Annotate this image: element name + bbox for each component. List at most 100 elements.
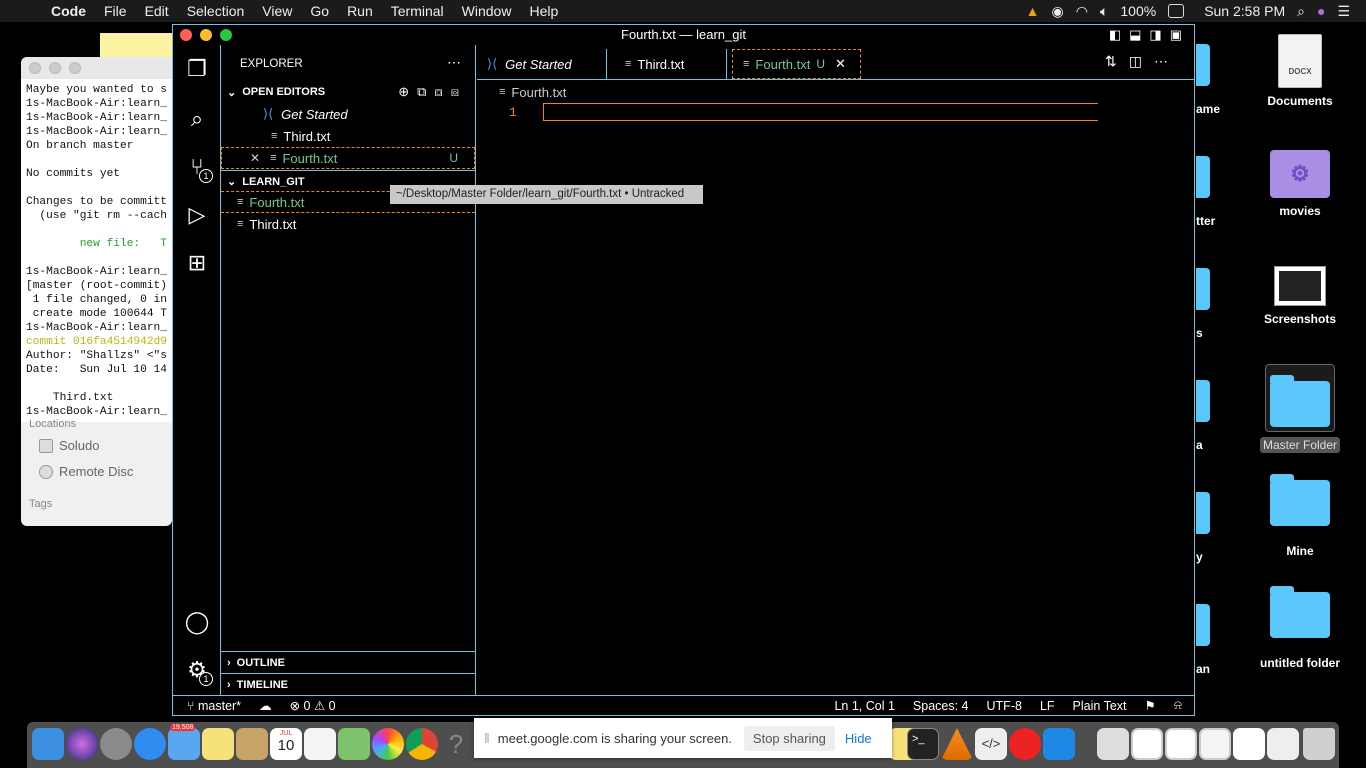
chrome-icon[interactable] — [406, 728, 438, 760]
desktop-partial-folder[interactable] — [1196, 380, 1210, 422]
maps-icon[interactable] — [338, 728, 370, 760]
desktop-partial-folder[interactable] — [1196, 268, 1210, 310]
menu-file[interactable]: File — [95, 3, 136, 19]
run-debug-icon[interactable]: ▷ — [183, 201, 211, 229]
siri-icon[interactable]: ● — [1317, 3, 1325, 19]
timeline-header[interactable]: › TIMELINE — [221, 673, 475, 695]
problems-status[interactable]: ⊗ 0 ⚠ 0 — [290, 698, 336, 713]
toggle-vertical-layout-icon[interactable]: ⧉ — [417, 84, 434, 99]
tab-third[interactable]: ≡ Third.txt — [607, 49, 727, 79]
menu-terminal[interactable]: Terminal — [382, 3, 453, 19]
notification-center-icon[interactable]: ☰ — [1337, 3, 1350, 20]
email-client-icon[interactable] — [1009, 728, 1041, 760]
document-thumb-icon[interactable] — [1233, 728, 1265, 760]
desktop-item-mine[interactable]: Mine — [1245, 474, 1355, 558]
vscode-titlebar[interactable]: Fourth.txt — learn_git ◧⬓◨▣ — [173, 25, 1194, 45]
finder-item-remote-disc[interactable]: Remote Disc — [39, 464, 133, 479]
reminders-icon[interactable] — [304, 728, 336, 760]
spotlight-search-icon[interactable]: ⌕ — [1297, 3, 1305, 20]
branch-status[interactable]: ⑂ master* — [187, 699, 241, 713]
desktop-item-master-folder[interactable]: Master Folder — [1245, 364, 1355, 453]
desktop-partial-folder[interactable] — [1196, 604, 1210, 646]
explorer-more-icon[interactable]: ⋯ — [447, 54, 461, 71]
menu-help[interactable]: Help — [520, 3, 567, 19]
sticky-note[interactable] — [100, 33, 172, 59]
terminal-icon[interactable]: >_ — [907, 728, 939, 760]
terminal-window[interactable]: Maybe you wanted to s 1s-MacBook-Air:lea… — [21, 57, 176, 425]
desktop-item-untitled-folder[interactable]: untitled folder — [1245, 586, 1355, 670]
sync-icon[interactable]: ☁ — [259, 698, 272, 713]
wifi-icon[interactable]: ◠ — [1076, 3, 1088, 20]
outline-header[interactable]: › OUTLINE — [221, 651, 475, 673]
drag-handle-icon[interactable]: ‖ — [484, 730, 490, 746]
language-mode[interactable]: Plain Text — [1073, 699, 1127, 713]
zoom-button[interactable] — [220, 29, 232, 41]
launchpad-icon[interactable] — [100, 728, 132, 760]
feedback-icon[interactable]: ⚑ — [1145, 698, 1156, 713]
vlc-icon[interactable] — [941, 728, 973, 760]
menu-window[interactable]: Window — [453, 3, 521, 19]
terminal-titlebar[interactable] — [21, 57, 176, 79]
code-editor-icon[interactable]: </> — [975, 728, 1007, 760]
screenshot-thumb-icon[interactable] — [1131, 728, 1163, 760]
document-stack-icon[interactable] — [1097, 728, 1129, 760]
open-changes-icon[interactable]: ⇅ — [1105, 53, 1129, 69]
close-tab-icon[interactable]: ✕ — [835, 56, 846, 72]
new-untitled-file-icon[interactable]: ⊕ — [398, 84, 417, 99]
hide-button[interactable]: Hide — [845, 731, 872, 746]
minimize-button[interactable] — [49, 62, 61, 74]
accounts-icon[interactable]: ◯ — [183, 608, 211, 636]
unknown-app-icon[interactable]: ? — [440, 728, 472, 760]
menu-run[interactable]: Run — [338, 3, 382, 19]
cloud-sync-icon[interactable]: ◉ — [1052, 3, 1064, 20]
cursor-position[interactable]: Ln 1, Col 1 — [834, 699, 894, 713]
desktop-item-movies[interactable]: ⚙ movies — [1245, 150, 1355, 218]
app-menu[interactable]: Code — [42, 3, 95, 19]
more-actions-icon[interactable]: ⋯ — [1154, 53, 1180, 69]
toggle-secondary-sidebar-icon[interactable]: ◨ — [1149, 27, 1169, 42]
search-icon[interactable]: ⌕ — [183, 105, 211, 133]
desktop-partial-folder[interactable] — [1196, 44, 1210, 86]
photos-icon[interactable] — [372, 728, 404, 760]
split-editor-icon[interactable]: ◫ — [1129, 53, 1154, 69]
encoding[interactable]: UTF-8 — [987, 699, 1022, 713]
close-editor-icon[interactable]: ✕ — [250, 151, 260, 165]
stop-sharing-button[interactable]: Stop sharing — [743, 725, 835, 751]
calendar-icon[interactable]: JUL 10 — [270, 728, 302, 760]
menu-go[interactable]: Go — [301, 3, 338, 19]
vscode-dock-icon[interactable] — [1043, 728, 1075, 760]
menu-view[interactable]: View — [253, 3, 301, 19]
toggle-sidebar-icon[interactable]: ◧ — [1109, 27, 1129, 42]
finder-item-soludo[interactable]: Soludo — [39, 438, 99, 453]
manage-gear-icon[interactable]: ⚙ 1 — [183, 656, 213, 686]
volume-icon[interactable]: 🔈︎ — [1100, 3, 1108, 20]
open-editors-header[interactable]: ⌄ OPEN EDITORS ⊕⧉⧈⧇ — [221, 81, 475, 103]
minimize-button[interactable] — [200, 29, 212, 41]
terminal-output[interactable]: Maybe you wanted to s 1s-MacBook-Air:lea… — [21, 79, 176, 423]
desktop-item-documents[interactable]: DOCX Documents — [1245, 34, 1355, 108]
file-tree-item-third[interactable]: ≡ Third.txt — [221, 213, 475, 235]
end-of-line[interactable]: LF — [1040, 699, 1055, 713]
clock[interactable]: Sun 2:58 PM — [1204, 3, 1285, 19]
screenshot-thumb-icon[interactable] — [1165, 728, 1197, 760]
breadcrumb-item[interactable]: Fourth.txt — [511, 85, 566, 100]
finder-icon[interactable] — [32, 728, 64, 760]
open-editor-item-third[interactable]: ≡ Third.txt — [221, 125, 475, 147]
source-control-icon[interactable]: ⑂ 1 — [183, 153, 213, 183]
indentation[interactable]: Spaces: 4 — [913, 699, 969, 713]
mail-icon[interactable]: 19,508 — [168, 724, 200, 760]
trash-icon[interactable] — [1303, 728, 1335, 760]
close-button[interactable] — [180, 29, 192, 41]
tab-get-started[interactable]: ⟩⟨ Get Started — [477, 49, 607, 79]
open-editor-item-fourth[interactable]: ✕ ≡ Fourth.txt U — [221, 147, 475, 169]
notifications-bell-icon[interactable]: ⍾ — [1174, 698, 1182, 713]
contacts-icon[interactable] — [236, 728, 268, 760]
keyboard-thumb-icon[interactable] — [1267, 728, 1299, 760]
safari-icon[interactable] — [134, 728, 166, 760]
explorer-icon[interactable]: ❐ — [183, 55, 211, 83]
menu-edit[interactable]: Edit — [136, 3, 178, 19]
customize-layout-icon[interactable]: ▣ — [1170, 27, 1190, 42]
battery-percent[interactable]: 100% — [1120, 3, 1156, 19]
extensions-icon[interactable]: ⊞ — [183, 249, 211, 277]
notes-icon[interactable] — [202, 728, 234, 760]
